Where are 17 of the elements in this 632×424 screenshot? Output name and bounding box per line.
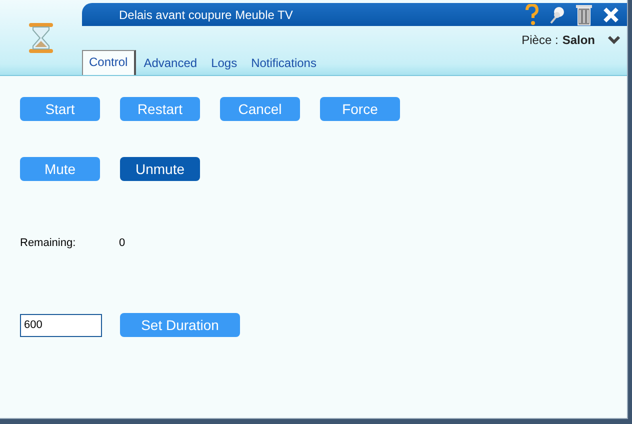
room-name: Salon — [562, 33, 595, 47]
remaining-label: Remaining: — [20, 237, 77, 249]
pin-icon[interactable] — [549, 4, 565, 24]
window-title: Delais avant coupure Meuble TV — [119, 8, 294, 22]
room-label: Pièce : — [522, 33, 558, 47]
hourglass-icon — [28, 22, 54, 54]
chevron-down-icon[interactable] — [607, 35, 621, 45]
trash-icon[interactable] — [575, 4, 593, 26]
tab[interactable]: Control — [82, 50, 136, 75]
action-button[interactable]: Unmute — [120, 157, 200, 181]
duration-field[interactable]: 600 — [20, 314, 102, 336]
remaining-value: 0 — [119, 237, 126, 249]
help-icon[interactable] — [525, 4, 539, 26]
tab[interactable]: Notifications — [245, 52, 322, 75]
tab[interactable]: Advanced — [138, 52, 204, 75]
tab[interactable]: Logs — [205, 52, 244, 75]
close-icon[interactable] — [603, 6, 619, 22]
